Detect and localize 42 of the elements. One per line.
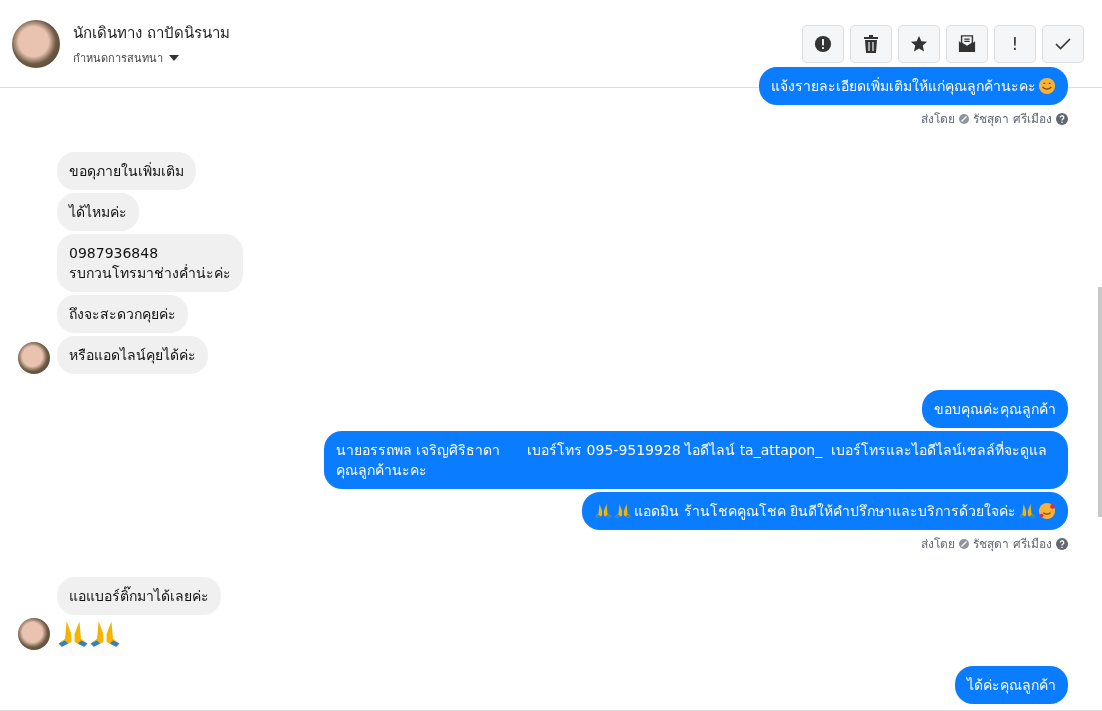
alert-button[interactable] — [802, 24, 844, 63]
caret-down-icon — [169, 54, 179, 61]
sent-by-label: ส่งโดย — [921, 111, 956, 128]
mail-button[interactable] — [946, 24, 988, 63]
help-icon — [1056, 537, 1068, 550]
smiley-emoji-icon — [1038, 77, 1056, 95]
user-avatar — [18, 618, 50, 650]
blocked-icon — [959, 113, 970, 124]
praying-hands-icon — [614, 502, 633, 520]
help-icon — [1056, 112, 1068, 125]
incoming-message: หรือแอดไลน์คุยได้ค่ะ — [57, 336, 208, 374]
incoming-message: 0987936848 รบกวนโทรมาช่างค่ำน่ะค่ะ — [57, 234, 243, 292]
smiley-hearts-emoji-icon — [1038, 502, 1056, 520]
check-icon — [1055, 36, 1071, 51]
user-avatar — [12, 19, 60, 68]
contact-name: นักเดินทาง ถาปัดนิรนาม — [73, 22, 231, 44]
incoming-message: ขอดุภายในเพิ่มเติม — [57, 152, 196, 190]
user-avatar — [18, 342, 50, 374]
star-button[interactable] — [898, 24, 940, 63]
outgoing-message: ขอบคุณค่ะคุณลูกค้า — [922, 390, 1068, 428]
important-button[interactable]: ! — [994, 24, 1036, 63]
outgoing-message: แจ้งรายละเอียดเพิ่มเติมให้แก่คุณลูกค้านะคะ — [759, 67, 1068, 105]
conversation-settings-dropdown[interactable]: กำหนดการสนทนา — [73, 48, 789, 67]
outgoing-message: ได้ค่ะคุณลูกค้า — [955, 666, 1068, 704]
praying-hands-icon — [594, 502, 613, 520]
praying-hands-icon — [1018, 502, 1036, 520]
sent-by-label: ส่งโดย — [921, 536, 956, 553]
incoming-message: แอแบอร์ติ๊กมาได้เลยค่ะ — [57, 577, 221, 615]
alert-icon — [814, 34, 832, 53]
outgoing-message: นายอรรถพล เจริญศิริธาดา เบอร์โทร 095-9519928 ไอดีไลน์ ta_attapon_ เบอร์โทรและไอดีไลน์เซลล์ที่จะดูแลคุณลูกค้านะคะ — [324, 431, 1068, 489]
sender-name: รัชสุดา ศรีเมือง — [973, 111, 1052, 128]
delete-button[interactable] — [850, 24, 892, 63]
incoming-message: ได้ไหมค่ะ — [57, 193, 139, 231]
scrollbar[interactable] — [1098, 287, 1102, 517]
outgoing-message: แอดมิน ร้านโชคคูณโชค ยินดีให้คำปรึกษาและบริการด้วยใจค่ะ — [582, 492, 1068, 530]
incoming-message: ถึงจะสะดวกคุยค่ะ — [57, 295, 188, 333]
blocked-icon — [959, 538, 970, 549]
envelope-icon — [958, 34, 976, 53]
done-button[interactable] — [1042, 24, 1084, 63]
star-icon — [910, 34, 928, 53]
trash-icon — [863, 34, 879, 53]
sender-name: รัชสุดา ศรีเมือง — [973, 536, 1052, 553]
